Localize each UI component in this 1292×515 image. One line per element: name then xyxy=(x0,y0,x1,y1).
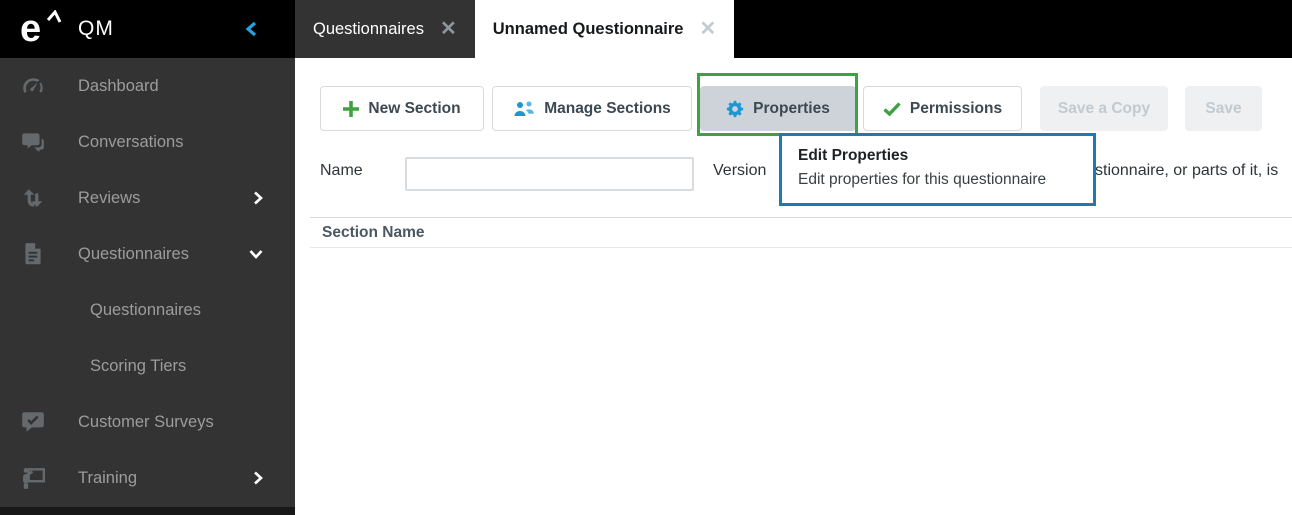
sidebar-item-training[interactable]: Training xyxy=(0,450,295,506)
sidebar-nav: Dashboard Conversations Reviews Question… xyxy=(0,58,295,506)
logo-accent-mark xyxy=(46,9,62,30)
new-section-button[interactable]: New Section xyxy=(320,86,484,131)
sidebar-item-scoring-tiers[interactable]: Scoring Tiers xyxy=(0,338,295,394)
sidebar-item-label: Questionnaires xyxy=(78,244,189,263)
tab-unnamed-questionnaire[interactable]: Unnamed Questionnaire ✕ xyxy=(474,0,735,58)
close-icon[interactable]: ✕ xyxy=(440,19,457,39)
sidebar-item-label: Customer Surveys xyxy=(78,412,214,431)
plus-icon xyxy=(343,100,360,117)
name-label: Name xyxy=(320,162,363,179)
properties-label: Properties xyxy=(753,99,830,117)
version-label: Version xyxy=(713,162,767,179)
sidebar-item-label: Dashboard xyxy=(78,76,159,95)
name-input[interactable] xyxy=(405,157,694,191)
logo-letter: e xyxy=(20,8,42,50)
chat-bubbles-icon xyxy=(20,129,46,155)
sidebar-item-customer-surveys[interactable]: Customer Surveys xyxy=(0,394,295,450)
trainer-board-icon xyxy=(20,465,46,491)
chevron-right-icon xyxy=(253,191,263,205)
app-logo: e xyxy=(20,7,64,51)
gear-icon xyxy=(726,100,744,118)
sidebar-item-questionnaires-sub[interactable]: Questionnaires xyxy=(0,282,295,338)
sidebar-item-reviews[interactable]: Reviews xyxy=(0,170,295,226)
new-section-label: New Section xyxy=(368,99,461,117)
permissions-label: Permissions xyxy=(909,99,1003,117)
sidebar-bottom-strip xyxy=(0,507,295,515)
tab-label: Unnamed Questionnaire xyxy=(492,19,684,38)
survey-check-bubble-icon xyxy=(20,409,46,435)
document-icon xyxy=(20,241,46,267)
arrows-up-down-icon xyxy=(20,185,46,211)
edit-properties-tooltip: Edit Properties Edit properties for this… xyxy=(779,133,1096,206)
chevron-right-icon xyxy=(253,471,263,485)
sidebar-item-label: Conversations xyxy=(78,132,184,151)
main-content: New Section Manage Sections Properties P… xyxy=(295,58,1292,515)
manage-sections-button[interactable]: Manage Sections xyxy=(492,86,692,131)
properties-button[interactable]: Properties xyxy=(700,86,856,131)
save-a-copy-label: Save a Copy xyxy=(1057,99,1151,117)
people-icon xyxy=(513,101,535,117)
save-a-copy-button[interactable]: Save a Copy xyxy=(1040,86,1168,131)
section-table-header: Section Name xyxy=(310,217,1292,248)
save-label: Save xyxy=(1205,99,1242,117)
section-name-column-header: Section Name xyxy=(322,223,425,241)
tab-label: Questionnaires xyxy=(313,19,424,38)
tab-bar: Questionnaires ✕ Unnamed Questionnaire ✕ xyxy=(295,0,1292,58)
sidebar-item-dashboard[interactable]: Dashboard xyxy=(0,58,295,114)
save-button[interactable]: Save xyxy=(1185,86,1262,131)
permissions-button[interactable]: Permissions xyxy=(863,86,1022,131)
sidebar: e QM Dashboard Conversations Reviews Que… xyxy=(0,0,295,515)
chevron-down-icon xyxy=(249,249,263,259)
app-title: QM xyxy=(78,17,114,40)
sidebar-item-label: Training xyxy=(78,468,137,487)
collapse-sidebar-icon[interactable] xyxy=(245,21,257,37)
gauge-icon xyxy=(20,73,46,99)
checkmark-icon xyxy=(883,101,901,116)
sidebar-item-questionnaires[interactable]: Questionnaires xyxy=(0,226,295,282)
clipped-help-text: stionnaire, or parts of it, is xyxy=(1095,162,1279,179)
close-icon[interactable]: ✕ xyxy=(699,19,716,39)
sidebar-item-label: Scoring Tiers xyxy=(90,356,187,375)
sidebar-item-conversations[interactable]: Conversations xyxy=(0,114,295,170)
tab-questionnaires[interactable]: Questionnaires ✕ xyxy=(295,0,475,58)
sidebar-item-label: Questionnaires xyxy=(90,300,201,319)
manage-sections-label: Manage Sections xyxy=(544,99,671,117)
sidebar-item-label: Reviews xyxy=(78,188,141,207)
tooltip-title: Edit Properties xyxy=(798,147,909,164)
sidebar-header: e QM xyxy=(0,0,295,58)
tooltip-description: Edit properties for this questionnaire xyxy=(798,171,1047,188)
